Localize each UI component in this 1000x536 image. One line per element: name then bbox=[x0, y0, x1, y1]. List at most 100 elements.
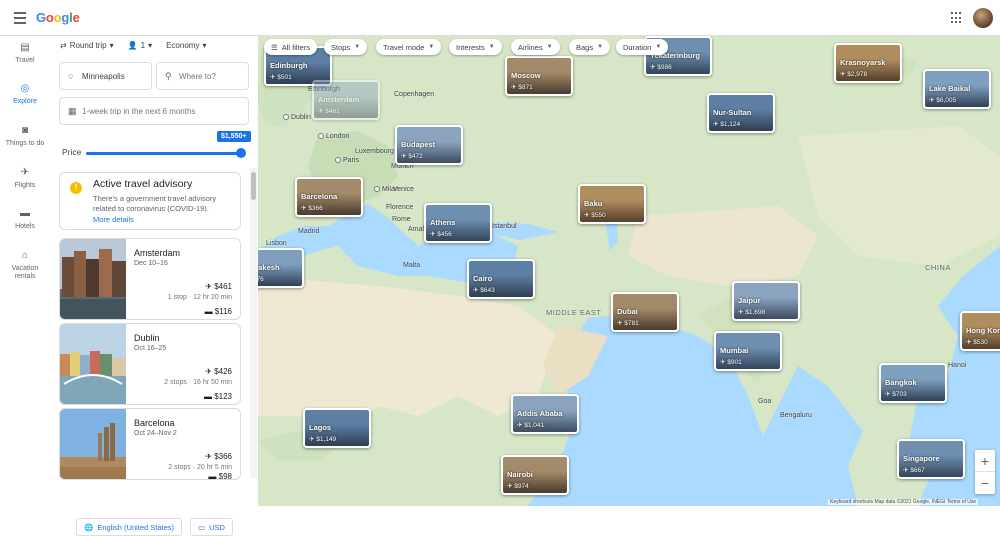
destination-field[interactable]: ⚲ Where to? bbox=[156, 62, 249, 90]
destination-name: Dubai bbox=[617, 307, 638, 316]
map-label-paris: Paris bbox=[335, 157, 359, 164]
result-dates: Oct 16–25 bbox=[134, 345, 167, 352]
destination-price: ✈ $6,005 bbox=[929, 96, 956, 104]
destination-marker-lake-baikal[interactable]: Lake Baikal ✈ $6,005 bbox=[923, 69, 991, 109]
map-label-venice: Venice bbox=[393, 186, 415, 193]
destination-placeholder: Where to? bbox=[179, 71, 216, 81]
destination-marker-athens[interactable]: Athens ✈ $456 bbox=[424, 203, 492, 243]
cabin-select[interactable]: Economy ▾ bbox=[166, 41, 206, 50]
price-slider-handle[interactable] bbox=[236, 148, 246, 158]
destination-photo bbox=[60, 409, 126, 479]
destination-marker-nur-sultan[interactable]: Nur-Sultan ✈ $1,124 bbox=[707, 93, 775, 133]
rail-label: Explore bbox=[13, 98, 37, 105]
location-pin-icon: ⚲ bbox=[165, 70, 172, 81]
scrollbar-thumb[interactable] bbox=[251, 172, 256, 200]
map-label-istanbul: Istanbul bbox=[492, 223, 517, 230]
currency-button[interactable]: ▭ USD bbox=[190, 518, 233, 536]
rail-item-explore[interactable]: ◎ Explore bbox=[0, 83, 50, 105]
rail-item-hotels[interactable]: ▬ Hotels bbox=[0, 208, 50, 230]
all-filters-chip[interactable]: ☰ All filters bbox=[264, 39, 318, 55]
rail-item-vacation-rentals[interactable]: ⌂ Vacation rentals bbox=[0, 250, 50, 281]
destination-price-value: $667 bbox=[910, 467, 925, 474]
result-card[interactable]: Amsterdam Dec 10–16 ✈ $461 1 stop · 12 h… bbox=[59, 238, 241, 320]
destination-price: ✈ $703 bbox=[885, 390, 907, 398]
destination-name: Addis Ababa bbox=[517, 409, 563, 418]
zoom-out-button[interactable]: − bbox=[975, 472, 995, 494]
rail-item-flights[interactable]: ✈ Flights bbox=[0, 167, 50, 189]
destination-price: ✈ $461 bbox=[318, 107, 340, 115]
destination-marker-dubai[interactable]: Dubai ✈ $781 bbox=[611, 292, 679, 332]
destination-marker-singapore[interactable]: Singapore ✈ $667 bbox=[897, 439, 965, 479]
destination-marker-marrakesh[interactable]: Marrakesh ✈ $976 bbox=[258, 248, 304, 288]
map-label-middle-east: MIDDLE EAST bbox=[546, 308, 602, 317]
destination-marker-baku[interactable]: Baku ✈ $550 bbox=[578, 184, 646, 224]
dates-field[interactable]: ▦ 1-week trip in the next 6 months bbox=[59, 97, 249, 125]
menu-icon[interactable] bbox=[10, 8, 30, 28]
explore-icon: ◎ bbox=[20, 83, 30, 94]
destination-price: ✈ $1,698 bbox=[738, 308, 765, 316]
top-bar: Google bbox=[0, 0, 1000, 36]
result-card[interactable]: Barcelona Oct 24–Nov 2 ✈ $366 2 stops · … bbox=[59, 408, 241, 480]
destination-price: ✈ $530 bbox=[966, 338, 988, 346]
google-logo[interactable]: Google bbox=[36, 10, 80, 25]
destination-name: Budapest bbox=[401, 140, 436, 149]
destination-price-value: $781 bbox=[624, 320, 639, 327]
chevron-down-icon: ▾ bbox=[109, 41, 114, 50]
explore-map[interactable]: Dublin Edinburgh London Paris Luxembourg Muni… bbox=[258, 36, 1000, 506]
filter-icon: ☰ bbox=[271, 42, 278, 52]
map-label-dublin: Dublin bbox=[283, 114, 311, 121]
zoom-in-button[interactable]: + bbox=[975, 450, 995, 472]
destination-price-value: $1,041 bbox=[524, 422, 545, 429]
price-slider-track[interactable] bbox=[86, 152, 241, 155]
destination-name: Cairo bbox=[473, 274, 493, 283]
destination-marker-budapest[interactable]: Budapest ✈ $472 bbox=[395, 125, 463, 165]
rail-label: Hotels bbox=[15, 223, 35, 230]
person-icon: 👤 bbox=[127, 41, 138, 50]
result-card[interactable]: Dublin Oct 16–25 ✈ $426 2 stops · 16 hr … bbox=[59, 323, 241, 405]
result-city: Barcelona bbox=[134, 418, 175, 428]
stops-filter-chip[interactable]: Stops ▼ bbox=[324, 39, 368, 55]
destination-marker-barcelona[interactable]: Barcelona ✈ $366 bbox=[295, 177, 363, 217]
suitcase-icon: ▤ bbox=[20, 42, 30, 53]
destination-marker-lagos[interactable]: Lagos ✈ $1,149 bbox=[303, 408, 371, 448]
bags-filter-chip[interactable]: Bags ▼ bbox=[569, 39, 611, 55]
chevron-down-icon: ▼ bbox=[428, 44, 435, 50]
destination-marker-hong-kong[interactable]: Hong Kong ✈ $530 bbox=[960, 311, 1000, 351]
house-icon: ⌂ bbox=[21, 250, 29, 261]
destination-marker-moscow[interactable]: Moscow ✈ $871 bbox=[505, 56, 573, 96]
airlines-filter-chip[interactable]: Airlines ▼ bbox=[511, 39, 560, 55]
destination-marker-amsterdam[interactable]: Amsterdam ✈ $461 bbox=[312, 80, 380, 120]
language-button[interactable]: 🌐 English (United States) bbox=[76, 518, 183, 536]
interests-filter-chip[interactable]: Interests ▼ bbox=[449, 39, 502, 55]
destination-marker-cairo[interactable]: Cairo ✈ $643 bbox=[467, 259, 535, 299]
result-city: Dublin bbox=[134, 333, 160, 343]
destination-marker-mumbai[interactable]: Mumbai ✈ $901 bbox=[714, 331, 782, 371]
rail-item-things-to-do[interactable]: ◙ Things to do bbox=[0, 125, 50, 147]
destination-marker-nairobi[interactable]: Nairobi ✈ $974 bbox=[501, 455, 569, 495]
advisory-more-details-link[interactable]: More details bbox=[93, 215, 134, 224]
travel-mode-filter-chip[interactable]: Travel mode ▼ bbox=[376, 39, 442, 55]
account-avatar[interactable] bbox=[973, 8, 993, 28]
destination-name: Marrakesh bbox=[258, 263, 280, 272]
destination-price: ✈ $472 bbox=[401, 152, 423, 160]
destination-price-value: $1,149 bbox=[316, 436, 337, 443]
price-max-tooltip: $1,550+ bbox=[217, 131, 251, 142]
apps-grid-icon[interactable] bbox=[951, 12, 963, 24]
destination-price: ✈ $667 bbox=[903, 466, 925, 474]
destination-price: ✈ $2,978 bbox=[840, 70, 867, 78]
rail-item-travel[interactable]: ▤ Travel bbox=[0, 42, 50, 64]
language-value: English (United States) bbox=[97, 522, 175, 532]
destination-marker-addis-ababa[interactable]: Addis Ababa ✈ $1,041 bbox=[511, 394, 579, 434]
bed-icon: ▬ bbox=[203, 392, 215, 401]
results-scrollbar[interactable] bbox=[250, 168, 257, 478]
destination-marker-bangkok[interactable]: Bangkok ✈ $703 bbox=[879, 363, 947, 403]
passengers-select[interactable]: 👤 1 ▾ bbox=[128, 41, 152, 50]
rail-label: Vacation rentals bbox=[11, 265, 39, 280]
origin-field[interactable]: ○ Minneapolis bbox=[59, 62, 152, 90]
destination-price-value: $901 bbox=[727, 359, 742, 366]
destination-price-value: $976 bbox=[258, 276, 264, 283]
destination-marker-krasnoyarsk[interactable]: Krasnoyarsk ✈ $2,978 bbox=[834, 43, 902, 83]
duration-filter-chip[interactable]: Duration ▼ bbox=[616, 39, 669, 55]
trip-type-select[interactable]: ⇄ Round trip ▾ bbox=[60, 41, 114, 50]
destination-marker-jaipur[interactable]: Jaipur ✈ $1,698 bbox=[732, 281, 800, 321]
